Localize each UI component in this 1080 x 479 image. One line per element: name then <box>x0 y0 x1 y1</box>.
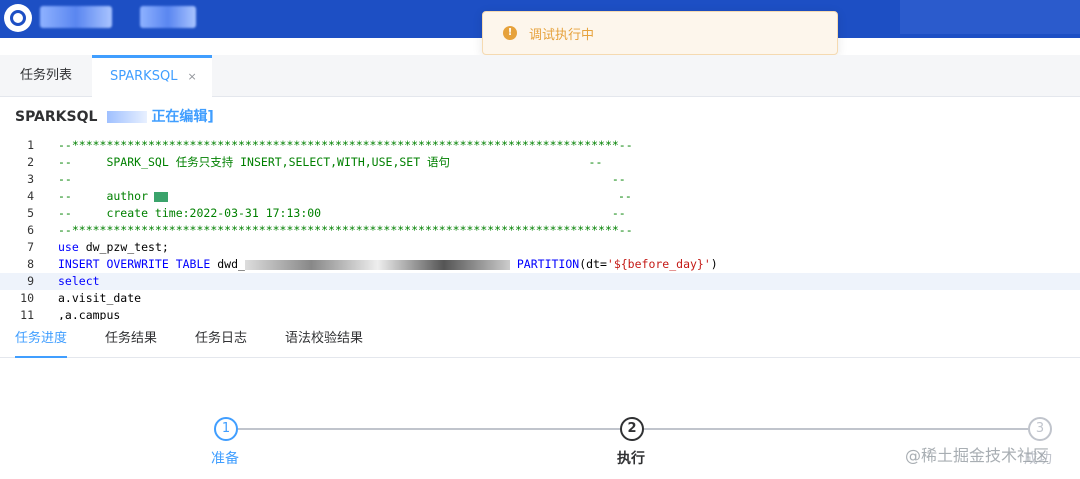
code-text: -- create time:2022-03-31 17:13:00 -- <box>58 206 626 220</box>
line-number: 7 <box>27 240 34 254</box>
logo-mark-icon <box>10 10 26 26</box>
step-connector <box>238 428 620 430</box>
line-number: 9 <box>27 274 34 288</box>
result-tab-bar: 任务进度 任务结果 任务日志 语法校验结果 <box>0 320 1080 358</box>
code-text: dw_pzw_test; <box>78 240 169 254</box>
sql-keyword: select <box>58 274 100 288</box>
step-connector <box>644 428 1028 430</box>
sql-keyword: use <box>58 240 79 254</box>
close-tab-icon[interactable]: × <box>187 70 196 83</box>
line-number: 1 <box>27 138 34 152</box>
code-text: -- author <box>58 189 149 203</box>
blurred-app-name <box>40 6 112 28</box>
step-3-circle: 3 <box>1028 417 1052 441</box>
editor-title: SPARKSQL 正在编辑] <box>15 106 214 126</box>
code-text: -- SPARK_SQL 任务只支持 INSERT,SELECT,WITH,US… <box>58 155 603 169</box>
tab-task-progress[interactable]: 任务进度 <box>15 320 68 358</box>
redacted-table-name <box>244 259 510 270</box>
progress-steps: 1 2 3 准备 执行 成功 <box>0 400 1080 479</box>
step-1-circle: 1 <box>214 417 238 441</box>
line-number: 10 <box>20 291 34 305</box>
line-number: 5 <box>27 206 34 220</box>
running-toast: ! 调试执行中 <box>482 11 838 55</box>
toast-message: 调试执行中 <box>529 27 595 43</box>
line-number: 4 <box>27 189 34 203</box>
blurred-task-name <box>107 111 148 123</box>
code-line: 6 --*************************************… <box>0 222 1080 239</box>
redacted-author <box>154 192 168 202</box>
step-2-label: 执行 <box>617 451 645 467</box>
line-number: 2 <box>27 155 34 169</box>
tab-sparksql-label: SPARKSQL <box>110 69 178 84</box>
line-number: 6 <box>27 223 34 237</box>
line-number: 3 <box>27 172 34 186</box>
step-2-circle: 2 <box>620 417 644 441</box>
code-text: a.visit_date <box>58 291 142 305</box>
warning-icon: ! <box>503 26 517 40</box>
code-line: 2 -- SPARK_SQL 任务只支持 INSERT,SELECT,WITH,U… <box>0 154 1080 171</box>
watermark: @稀土掘金技术社区 <box>905 446 1050 465</box>
code-text: --**************************************… <box>58 138 633 152</box>
code-line: 8 INSERT OVERWRITE TABLE dwd_ PARTITION(d… <box>0 256 1080 273</box>
sql-code-editor[interactable]: 1 --*************************************… <box>0 137 1080 320</box>
code-text: ,a.campus <box>58 308 121 320</box>
sql-string: '${before_day}' <box>606 257 711 271</box>
line-number: 8 <box>27 257 34 271</box>
blurred-nav-item[interactable] <box>140 6 196 28</box>
user-menu[interactable] <box>900 0 1080 34</box>
tab-task-log[interactable]: 任务日志 <box>195 320 247 358</box>
editing-status: 正在编辑] <box>151 109 214 125</box>
tab-task-result[interactable]: 任务结果 <box>105 320 157 358</box>
code-line: 5 -- create time:2022-03-31 17:13:00 -- <box>0 205 1080 222</box>
comment-end: -- <box>618 189 632 203</box>
code-line: 7 use dw_pzw_test; <box>0 239 1080 256</box>
code-line: 10 a.visit_date <box>0 290 1080 307</box>
sql-keyword: INSERT OVERWRITE TABLE <box>58 257 211 271</box>
sql-keyword: PARTITION <box>509 257 580 271</box>
code-line: 3 -- -- <box>0 171 1080 188</box>
task-tab-bar: 任务列表 SPARKSQL × <box>0 55 1080 97</box>
code-line: 4 -- author -- <box>0 188 1080 205</box>
app-logo[interactable] <box>4 4 32 32</box>
code-text: -- -- <box>58 172 626 186</box>
code-text: --**************************************… <box>58 223 633 237</box>
tab-syntax-check[interactable]: 语法校验结果 <box>285 320 363 358</box>
code-text: dwd_ <box>210 257 245 271</box>
tab-sparksql[interactable]: SPARKSQL × <box>92 55 212 97</box>
code-text: ) <box>710 257 718 271</box>
step-1-label: 准备 <box>211 451 239 467</box>
tab-task-list[interactable]: 任务列表 <box>0 55 92 97</box>
editor-title-name: SPARKSQL <box>15 109 98 125</box>
code-line-active: 9 select <box>0 273 1080 290</box>
code-line: 1 --*************************************… <box>0 137 1080 154</box>
code-line: 11 ,a.campus <box>0 307 1080 320</box>
code-text: (dt= <box>579 257 607 271</box>
line-number: 11 <box>20 308 34 320</box>
